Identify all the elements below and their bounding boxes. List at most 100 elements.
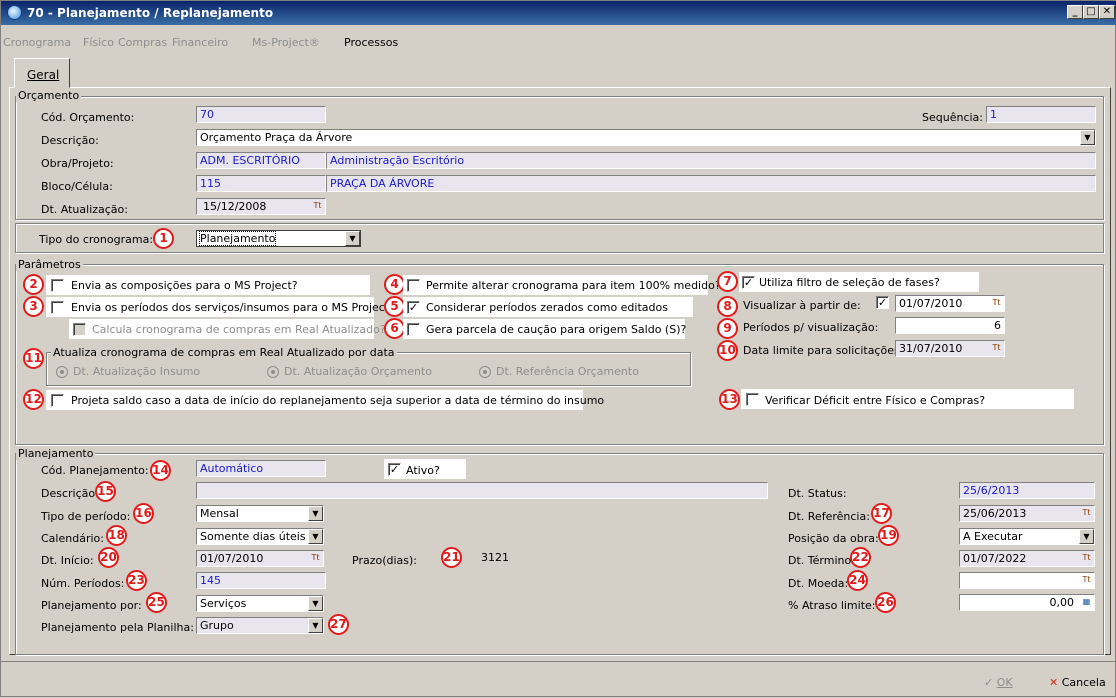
radio-dt-atualizacao-insumo[interactable] [56, 366, 68, 378]
chevron-down-icon[interactable]: ▼ [308, 506, 323, 521]
atraso-value: 0,00 [1049, 596, 1075, 609]
p10-field[interactable]: 31/07/2010 Tt [895, 340, 1005, 357]
dt-moeda-field[interactable]: Tt [959, 572, 1095, 589]
p6-label: Gera parcela de caução para origem Saldo… [426, 323, 687, 336]
tab-geral[interactable]: Geral [14, 58, 70, 88]
calc-checkbox[interactable] [73, 323, 86, 336]
calendar-icon[interactable]: Tt [310, 199, 325, 214]
calendar-icon[interactable]: Tt [1079, 551, 1094, 566]
badge-23: 23 [126, 570, 147, 591]
calendar-icon[interactable]: Tt [989, 296, 1004, 311]
badge-14: 14 [150, 460, 171, 481]
tipo-periodo-dropdown[interactable]: Mensal ▼ [196, 505, 324, 522]
prazo-label: Prazo(dias): [352, 554, 418, 567]
dt-termino-value: 01/07/2022 [963, 552, 1027, 565]
check-icon: ✓ [984, 676, 994, 689]
p8-date-field[interactable]: 01/07/2010 Tt [895, 295, 1005, 312]
chevron-down-icon[interactable]: ▼ [308, 529, 323, 544]
dt-atualizacao-field[interactable]: 15/12/2008 Tt [196, 198, 326, 215]
plan-planilha-dropdown[interactable]: Grupo ▼ [196, 617, 324, 634]
chevron-down-icon[interactable]: ▼ [308, 618, 323, 633]
chevron-down-icon[interactable]: ▼ [1079, 529, 1094, 544]
badge-3: 3 [23, 296, 44, 317]
calc-label: Calcula cronograma de compras em Real At… [92, 323, 386, 336]
bloco-code-field[interactable]: 115 [196, 175, 326, 192]
radio-dt-referencia-orcamento[interactable] [479, 366, 491, 378]
num-periodos-field[interactable]: 145 [196, 572, 326, 589]
planejamento-group-label: Planejamento [16, 447, 96, 460]
atraso-field[interactable]: 0,00 ▦ [959, 594, 1095, 611]
maximize-button[interactable]: □ [1083, 5, 1099, 19]
dt-inicio-value: 01/07/2010 [200, 552, 264, 565]
calendar-icon[interactable]: Tt [1079, 506, 1094, 521]
minimize-button[interactable]: _ [1067, 5, 1083, 19]
dt-referencia-label: Dt. Referência: [788, 510, 870, 523]
badge-27: 27 [328, 614, 349, 635]
plan-por-dropdown[interactable]: Serviços ▼ [196, 595, 324, 612]
p8-label: Visualizar à partir de: [743, 299, 861, 312]
obra-label: Obra/Projeto: [41, 157, 114, 170]
p9-field[interactable]: 6 [895, 317, 1005, 334]
cancel-button[interactable]: ✕ Cancela [1049, 676, 1106, 689]
cod-planejamento-label: Cód. Planejamento: [41, 464, 149, 477]
menu-ms-project[interactable]: Ms-Project® [252, 36, 320, 49]
chevron-down-icon[interactable]: ▼ [1080, 130, 1095, 145]
cod-planejamento-field[interactable]: Automático [196, 460, 326, 477]
badge-10: 10 [717, 340, 738, 361]
calendar-icon[interactable]: Tt [1079, 573, 1094, 588]
p4-checkbox[interactable] [407, 279, 420, 292]
p13-checkbox[interactable] [746, 393, 759, 406]
p12-checkbox[interactable] [51, 394, 64, 407]
calendario-label: Calendário: [41, 532, 104, 545]
p6-checkbox[interactable] [407, 323, 420, 336]
calendar-icon[interactable]: Tt [308, 551, 323, 566]
obra-name-field[interactable]: Administração Escritório [326, 152, 1096, 169]
atraso-label: % Atraso limite: [788, 599, 876, 612]
badge-26: 26 [875, 592, 896, 613]
dt-inicio-field[interactable]: 01/07/2010 Tt [196, 550, 324, 567]
dt-referencia-field[interactable]: 25/06/2013 Tt [959, 505, 1095, 522]
badge-1: 1 [153, 228, 174, 249]
close-button[interactable]: ✕ [1099, 5, 1115, 19]
dt-termino-field[interactable]: 01/07/2022 Tt [959, 550, 1095, 567]
badge-17: 17 [871, 503, 892, 524]
chevron-down-icon[interactable]: ▼ [308, 596, 323, 611]
sequencia-field[interactable]: 1 [986, 106, 1096, 123]
menu-financeiro[interactable]: Financeiro [172, 36, 228, 49]
ok-button[interactable]: ✓ OK [984, 676, 1013, 689]
plan-descricao-field[interactable] [196, 482, 768, 499]
menu-fisico[interactable]: Físico [83, 36, 114, 49]
ativo-checkbox[interactable]: ✓ [388, 463, 401, 476]
menu-cronograma[interactable]: Cronograma [3, 36, 71, 49]
menu-processos[interactable]: Processos [344, 36, 398, 49]
chevron-down-icon[interactable]: ▼ [345, 231, 360, 246]
descricao-label: Descrição: [41, 134, 99, 147]
bloco-label: Bloco/Célula: [41, 180, 113, 193]
menu-compras[interactable]: Compras [118, 36, 167, 49]
calendario-value: Somente dias úteis [200, 530, 306, 543]
p7-checkbox[interactable]: ✓ [742, 276, 755, 289]
obra-code-field[interactable]: ADM. ESCRITÓRIO [196, 152, 326, 169]
p2-checkbox[interactable] [51, 279, 64, 292]
sequencia-label: Sequência: [922, 111, 983, 124]
p13-label: Verificar Déficit entre Físico e Compras… [765, 394, 986, 407]
tipo-dropdown[interactable]: Planejamento ▼ [196, 230, 361, 247]
posicao-obra-dropdown[interactable]: A Executar ▼ [959, 528, 1095, 545]
p3-checkbox[interactable] [51, 301, 64, 314]
bottom-bar: ✓ OK ✕ Cancela [1, 661, 1116, 698]
dt-termino-label: Dt. Término: [788, 554, 855, 567]
badge-19: 19 [878, 525, 899, 546]
badge-22: 22 [850, 547, 871, 568]
cod-orcamento-field[interactable]: 70 [196, 106, 326, 123]
radio-dt-atualizacao-orcamento[interactable] [267, 366, 279, 378]
bloco-name-field[interactable]: PRAÇA DA ÁRVORE [326, 175, 1096, 192]
dt-status-field[interactable]: 25/6/2013 [959, 482, 1095, 499]
calendar-icon[interactable]: Tt [989, 341, 1004, 356]
r3-label: Dt. Referência Orçamento [496, 365, 639, 378]
p8-checkbox[interactable]: ✓ [876, 296, 889, 309]
descricao-value: Orçamento Praça da Árvore [200, 131, 353, 144]
calendario-dropdown[interactable]: Somente dias úteis ▼ [196, 528, 324, 545]
descricao-dropdown[interactable]: Orçamento Praça da Árvore ▼ [196, 129, 1096, 146]
calculator-icon[interactable]: ▦ [1079, 595, 1094, 610]
p5-checkbox[interactable]: ✓ [407, 301, 420, 314]
